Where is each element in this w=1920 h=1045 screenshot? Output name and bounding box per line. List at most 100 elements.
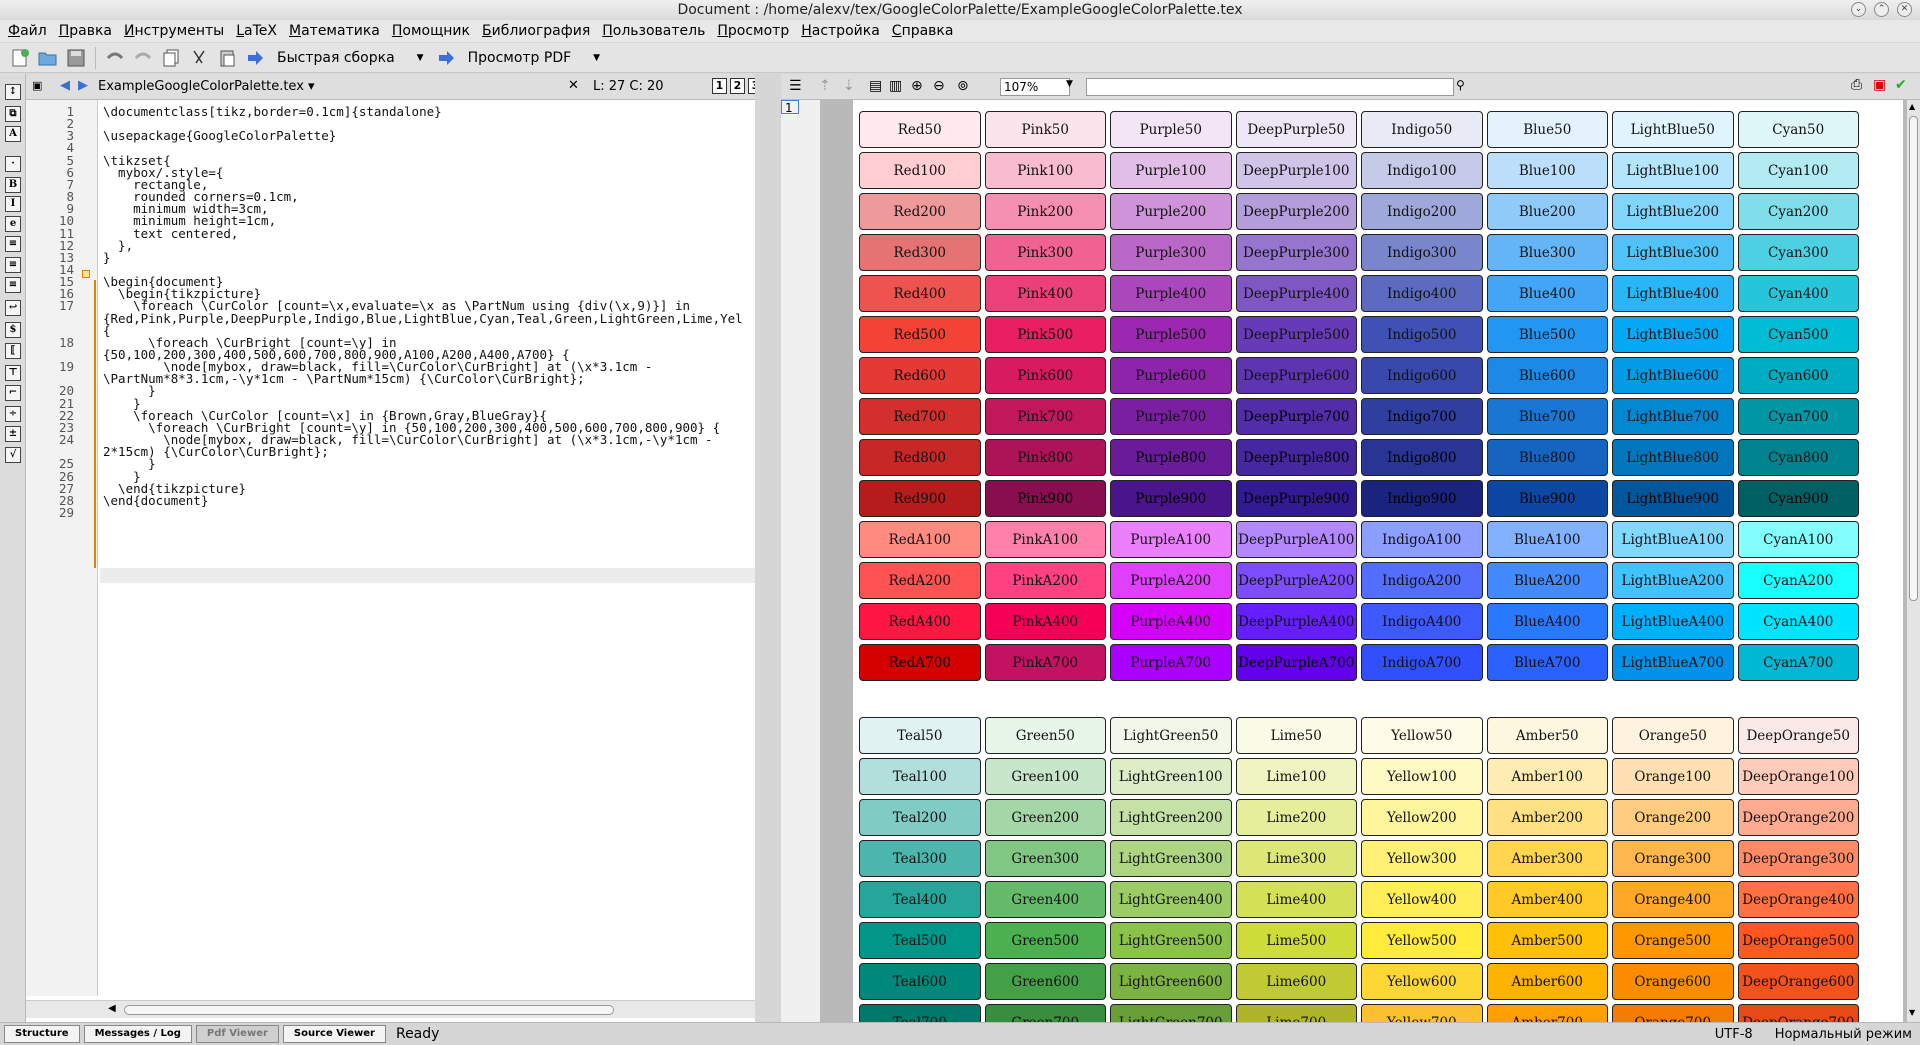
sidebar-tool-icon[interactable]: B (5, 177, 21, 193)
editor-mode-label[interactable]: Нормальный режим (1775, 1027, 1912, 1042)
color-swatch: LightBlue400 (1612, 275, 1734, 312)
sidebar-tool-icon[interactable]: · (5, 156, 21, 172)
cut-icon[interactable] (187, 46, 211, 70)
code-line[interactable]: \usepackage{GoogleColorPalette} (103, 128, 336, 143)
sidebar-tool-icon[interactable]: $ (5, 322, 21, 338)
menu-item[interactable]: Просмотр (717, 23, 789, 39)
editor-filename[interactable]: ExampleGoogleColorPalette.tex ▾ (98, 79, 315, 94)
code-line[interactable]: \PartNum*8*3.1cm,-\y*1cm - \PartNum*15cm… (103, 371, 585, 386)
pdf-scroll-thumb[interactable] (1909, 116, 1918, 601)
status-text: Ready (395, 1026, 440, 1042)
view-page-button[interactable]: 2 (730, 78, 745, 94)
single-page-icon[interactable]: ▤ (869, 78, 882, 94)
editor-divider[interactable] (755, 74, 781, 1022)
nav-back-icon[interactable]: ◀ (60, 78, 70, 93)
bottom-tab[interactable]: Pdf Viewer (195, 1025, 279, 1043)
view-arrow-icon[interactable] (434, 46, 458, 70)
pdf-vertical-scrollbar[interactable]: ▲ ▼ (1906, 100, 1920, 1022)
menu-item[interactable]: Математика (289, 23, 380, 39)
color-swatch: RedA400 (859, 603, 981, 640)
code-line[interactable]: {Red,Pink,Purple,DeepPurple,Indigo,Blue,… (103, 311, 743, 326)
sidebar-tool-icon[interactable]: ↩ (5, 300, 21, 316)
scroll-left-icon[interactable]: ◀ (108, 1003, 116, 1014)
new-file-icon[interactable] (8, 46, 32, 70)
view-selector[interactable]: Просмотр PDF ▼ (462, 46, 607, 70)
sidebar-tool-icon[interactable]: ⧉ (5, 106, 21, 122)
page-thumbnail-frame[interactable] (781, 100, 799, 114)
bottom-tab[interactable]: Source Viewer (282, 1025, 386, 1043)
sidebar-tool-icon[interactable]: ⌐ (5, 385, 21, 401)
paste-icon[interactable] (215, 46, 239, 70)
search-binoculars-icon[interactable]: ⚲ (1456, 78, 1465, 92)
page-up-icon[interactable]: ⇡ (819, 78, 831, 94)
sidebar-tool-icon[interactable]: ↕ (5, 84, 21, 100)
zoom-dropdown-icon[interactable]: ▼ (1066, 79, 1073, 89)
scroll-up-icon[interactable]: ▲ (1909, 102, 1915, 111)
color-swatch: Cyan600 (1737, 357, 1859, 394)
sidebar-tool-icon[interactable]: ± (5, 426, 21, 442)
bottom-tab[interactable]: Messages / Log (83, 1025, 192, 1043)
maximize-button[interactable]: ⌃ (1874, 2, 1889, 17)
pdf-viewer[interactable]: Red50 Pink50 Purple50 DeepPurple50 Indigo50 B… (821, 100, 1906, 1022)
pdf-search-input[interactable] (1086, 78, 1454, 96)
menu-item[interactable]: Справка (892, 23, 954, 39)
menu-item[interactable]: Правка (59, 23, 112, 39)
sidebar-tool-icon[interactable]: ÷ (5, 406, 21, 422)
page-down-icon[interactable]: ⇣ (843, 78, 855, 94)
scroll-down-icon[interactable]: ▼ (1909, 1008, 1915, 1017)
menu-item[interactable]: Библиография (482, 23, 590, 39)
fold-marker-icon[interactable] (82, 270, 90, 278)
sidebar-tool-icon[interactable]: ≡ (5, 236, 21, 252)
undo-icon[interactable] (103, 46, 127, 70)
close-pdf-icon[interactable]: ▣ (1873, 77, 1886, 93)
zoom-out-icon[interactable]: ⊖ (933, 78, 945, 94)
double-page-icon[interactable]: ▥ (889, 78, 902, 94)
build-arrow-icon[interactable] (243, 46, 267, 70)
code-line[interactable]: \end{document} (103, 493, 208, 508)
close-tab-icon[interactable]: ✕ (568, 78, 579, 93)
menu-item[interactable]: Настройка (801, 23, 880, 39)
print-icon[interactable]: ⎙ (1851, 77, 1862, 93)
open-folder-icon[interactable] (36, 46, 60, 70)
sidebar-tool-icon[interactable]: ⟦ (5, 343, 21, 359)
code-line[interactable]: \documentclass[tikz,border=0.1cm]{standa… (103, 104, 442, 119)
minimize-button[interactable]: ⌄ (1851, 2, 1866, 17)
menu-item[interactable]: Инструменты (124, 23, 224, 39)
bottom-tab[interactable]: Structure (4, 1025, 80, 1043)
zoom-in-icon[interactable]: ⊕ (911, 78, 923, 94)
menu-item[interactable]: Файл (8, 23, 47, 39)
sidebar-tool-icon[interactable]: I (5, 196, 21, 212)
code-editor[interactable]: 1 2 3 4 5 6 7 8 9 10 11 12 13 14 15 16 17 18 19 20 21 22 23 24 2… (26, 100, 781, 1022)
sidebar-tool-icon[interactable]: e (5, 216, 21, 232)
sidebar-tool-icon[interactable]: ⊤ (5, 365, 21, 381)
hand-tool-icon[interactable]: ⊚ (957, 78, 969, 94)
pdf-menu-icon[interactable]: ☰ (789, 78, 802, 94)
sidebar-tool-icon[interactable]: ≡ (5, 257, 21, 273)
build-selector[interactable]: Быстрая сборка ▼ (271, 46, 430, 70)
sidebar-tool-icon[interactable]: √ (5, 447, 21, 463)
sidebar-tool-icon[interactable]: A (5, 126, 21, 142)
close-window-button[interactable]: ✕ (1897, 2, 1912, 17)
menu-item[interactable]: Помощник (392, 23, 470, 39)
editor-horizontal-scrollbar[interactable]: ◀ ▶ (26, 1000, 781, 1018)
menu-item[interactable]: Пользователь (602, 23, 705, 39)
color-swatch: RedA700 (859, 644, 981, 681)
scroll-thumb[interactable] (124, 1005, 614, 1015)
color-swatch: Blue600 (1486, 357, 1608, 394)
copy-icon[interactable] (159, 46, 183, 70)
encoding-label[interactable]: UTF-8 (1715, 1027, 1753, 1042)
code-area[interactable]: \documentclass[tikz,border=0.1cm]{standa… (100, 100, 781, 996)
sidebar-tool-icon[interactable]: ≡ (5, 277, 21, 293)
color-swatch: Pink50 (984, 111, 1106, 148)
color-swatch: Teal50 (859, 717, 981, 754)
zoom-field[interactable]: 107% (1000, 78, 1070, 96)
nav-forward-icon[interactable]: ▶ (78, 78, 88, 93)
view-page-button[interactable]: 1 (712, 78, 727, 94)
sync-check-icon[interactable]: ✔ (1895, 77, 1907, 93)
color-swatch: Cyan500 (1737, 316, 1859, 353)
code-line[interactable]: } (103, 250, 111, 265)
tab-menu-icon[interactable]: ▣ (32, 79, 42, 92)
save-icon[interactable] (64, 46, 88, 70)
redo-icon[interactable] (131, 46, 155, 70)
menu-item[interactable]: LaTeX (236, 23, 277, 39)
